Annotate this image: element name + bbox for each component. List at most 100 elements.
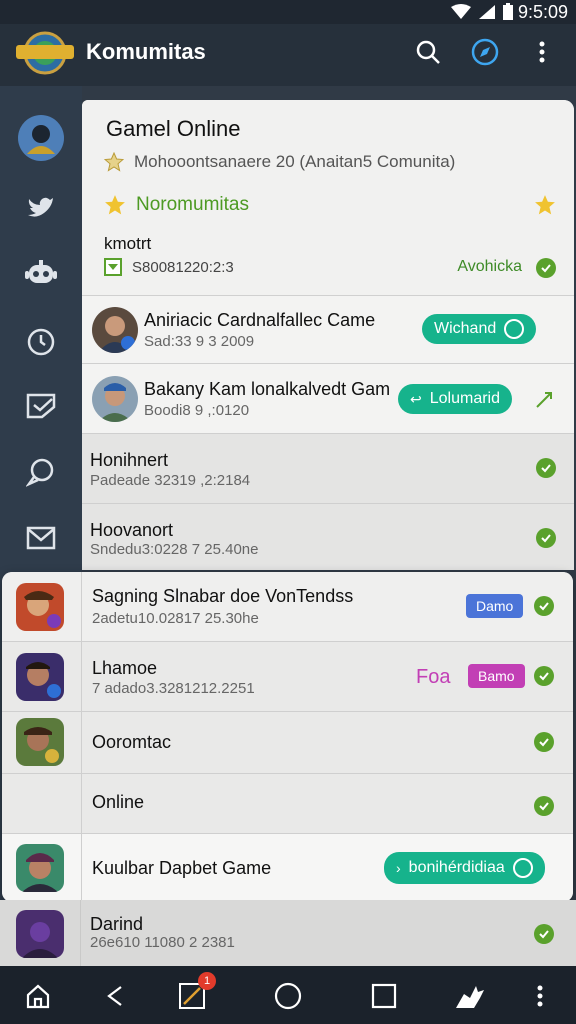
group-code-row: S80081220:2:3 bbox=[104, 258, 234, 276]
signal-icon bbox=[479, 5, 495, 19]
group-code: S80081220:2:3 bbox=[132, 258, 234, 276]
nav-chat[interactable] bbox=[17, 448, 65, 496]
notes-button[interactable]: 1 bbox=[172, 972, 216, 1016]
clock-icon bbox=[27, 328, 55, 356]
nav-twitter[interactable] bbox=[17, 184, 65, 232]
row-action-button[interactable]: Wichand bbox=[422, 314, 537, 344]
dragon-icon bbox=[456, 986, 484, 1008]
nav-mail[interactable] bbox=[17, 514, 65, 562]
bottom-more-button[interactable] bbox=[520, 976, 560, 1016]
star-outline-icon bbox=[104, 152, 124, 172]
game-sub: 2adetu10.02817 25.30he bbox=[92, 610, 259, 627]
app-title: Komumitas bbox=[86, 39, 206, 64]
app-logo[interactable] bbox=[14, 28, 76, 78]
avatar bbox=[92, 376, 138, 422]
battery-icon bbox=[503, 3, 513, 20]
bottom-nav: 1 bbox=[0, 966, 576, 1024]
game-list-item[interactable]: Lhamoe 7 adado3.3281212.2251 Foa Bamo bbox=[2, 642, 573, 712]
check-icon bbox=[534, 796, 554, 816]
back-arrow-icon bbox=[107, 986, 122, 1006]
mail-icon bbox=[26, 526, 56, 550]
row-action-label: Lolumarid bbox=[429, 390, 500, 407]
check-icon bbox=[534, 666, 554, 686]
assistant-button[interactable] bbox=[450, 976, 490, 1016]
more-menu-button[interactable] bbox=[524, 34, 560, 70]
more-vert-icon bbox=[539, 41, 545, 63]
game-extra-label: Foa bbox=[416, 666, 451, 688]
group-subtitle-row: Mohooontsanaere 20 (Anaitan5 Comunita) bbox=[104, 152, 455, 172]
list-item-peek[interactable]: Darind 26e610 11080 2 2381 bbox=[0, 900, 576, 966]
check-icon bbox=[534, 596, 554, 616]
chat-bubble-icon bbox=[26, 458, 54, 487]
check-icon bbox=[534, 924, 554, 944]
notification-badge: 1 bbox=[198, 972, 216, 990]
game-name: Sagning Slnabar doe VonTendss bbox=[92, 586, 354, 606]
game-action-label: bonihérdidiaa bbox=[408, 859, 505, 876]
group-status: Avohicka bbox=[457, 258, 522, 275]
flag-icon bbox=[104, 258, 122, 276]
list-item[interactable]: Honihnert Padeade 32319 ,2:2184 bbox=[82, 434, 574, 504]
row-name: Honihnert bbox=[90, 450, 169, 470]
row-sub: 26e610 11080 2 2381 bbox=[90, 934, 235, 951]
favorite-button[interactable] bbox=[534, 194, 556, 221]
square-icon bbox=[371, 983, 397, 1009]
inbox-icon bbox=[26, 393, 56, 419]
nav-profile[interactable] bbox=[17, 114, 65, 162]
list-item[interactable]: Hoovanort Sndedu3:0228 7 25.40ne bbox=[82, 504, 574, 570]
list-item[interactable]: Aniriacic Cardnalfallec Came Sad:33 9 3 … bbox=[82, 296, 574, 364]
row-name: Hoovanort bbox=[90, 520, 174, 540]
app-bar: Komumitas bbox=[0, 24, 576, 86]
row-sub: Padeade 32319 ,2:2184 bbox=[90, 472, 251, 489]
check-icon bbox=[536, 528, 556, 548]
game-action-button[interactable]: › bonihérdidiaa bbox=[384, 852, 545, 884]
star-icon bbox=[535, 195, 555, 215]
divider bbox=[80, 900, 81, 966]
game-list-item[interactable]: Kuulbar Dapbet Game › bonihérdidiaa bbox=[2, 834, 573, 902]
home-icon bbox=[26, 984, 50, 1009]
games-overlay-card: Sagning Slnabar doe VonTendss 2adetu10.0… bbox=[2, 572, 573, 902]
edit-circle-icon bbox=[512, 858, 533, 878]
row-name: Darind bbox=[90, 914, 144, 934]
compass-button[interactable] bbox=[467, 34, 503, 70]
recents-button[interactable] bbox=[364, 976, 404, 1016]
star-icon bbox=[105, 195, 125, 215]
nav-history[interactable] bbox=[17, 318, 65, 366]
compass-icon bbox=[471, 38, 499, 66]
game-tag[interactable]: Bamo bbox=[468, 664, 525, 688]
list-item[interactable]: Bakany Kam lonalkalvedt Gam Boodi8 9 ,:0… bbox=[82, 364, 574, 434]
nav-community[interactable] bbox=[17, 250, 65, 298]
row-name: Bakany Kam lonalkalvedt Gam bbox=[144, 379, 391, 399]
link-icon[interactable] bbox=[534, 390, 554, 415]
home-button[interactable] bbox=[18, 976, 58, 1016]
community-panel: Gamel Online Mohooontsanaere 20 (Anaitan… bbox=[82, 100, 574, 570]
chevron-icon: ↩ bbox=[410, 390, 422, 407]
group-title: Gamel Online bbox=[106, 116, 241, 141]
check-icon bbox=[536, 258, 556, 278]
row-sub: Sndedu3:0228 7 25.40ne bbox=[90, 541, 259, 558]
row-action-label: Wichand bbox=[434, 320, 497, 337]
game-list-item[interactable]: Online bbox=[2, 774, 573, 834]
game-app-icon bbox=[16, 844, 64, 892]
profile-avatar-icon bbox=[18, 115, 64, 161]
robot-icon bbox=[25, 260, 57, 283]
check-icon bbox=[534, 732, 554, 752]
game-list-item[interactable]: Ooromtac bbox=[2, 712, 573, 834]
home-circle-button[interactable] bbox=[268, 976, 308, 1016]
nav-inbox[interactable] bbox=[17, 382, 65, 430]
back-button[interactable] bbox=[94, 976, 134, 1016]
game-tag[interactable]: Damo bbox=[466, 594, 524, 618]
screen: 9:5:09 Komumitas Gamel Online Mohooontsa… bbox=[0, 0, 576, 1024]
group-highlight-row: Noromumitas bbox=[104, 194, 249, 216]
game-app-icon bbox=[16, 910, 64, 958]
game-sub: 7 adado3.3281212.2251 bbox=[92, 680, 255, 697]
search-button[interactable] bbox=[410, 34, 446, 70]
row-action-button[interactable]: ↩ Lolumarid bbox=[398, 384, 512, 414]
group-header-card: Gamel Online Mohooontsanaere 20 (Anaitan… bbox=[82, 100, 574, 296]
game-app-icon bbox=[16, 718, 64, 766]
game-list-item[interactable]: Sagning Slnabar doe VonTendss 2adetu10.0… bbox=[2, 572, 573, 642]
bird-icon bbox=[28, 197, 53, 217]
game-app-icon bbox=[16, 583, 64, 631]
row-sub: Boodi8 9 ,:0120 bbox=[144, 402, 250, 419]
check-icon bbox=[536, 458, 556, 478]
status-icons bbox=[450, 3, 514, 21]
